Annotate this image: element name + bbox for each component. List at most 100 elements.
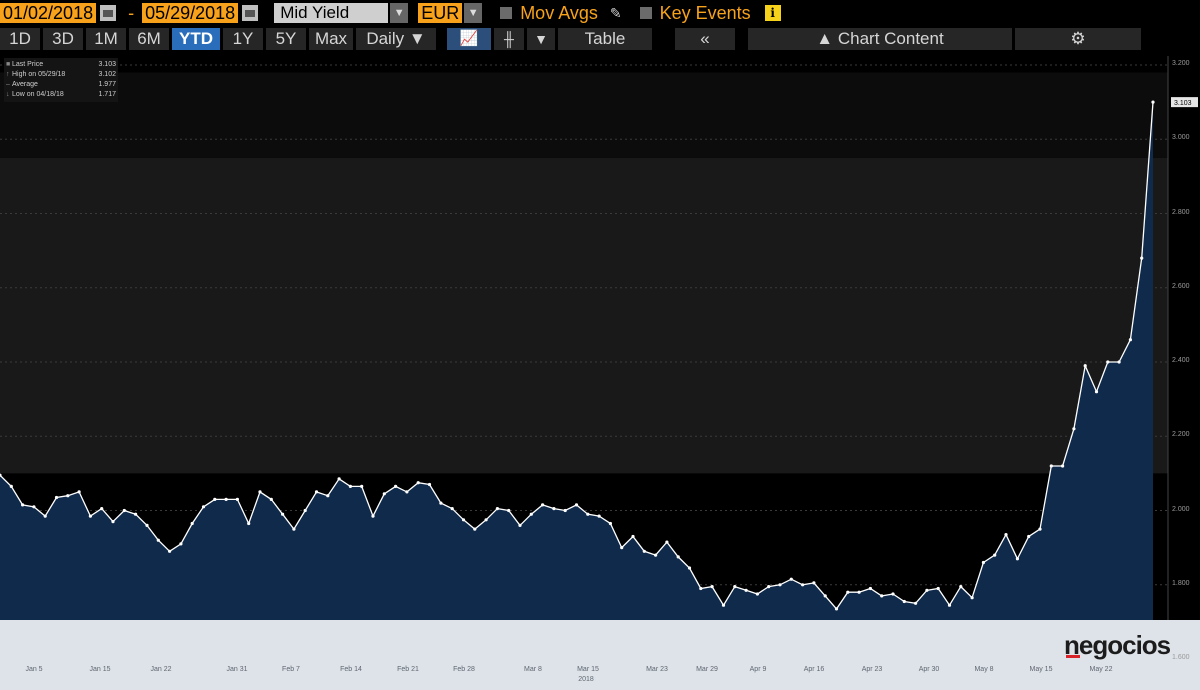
data-point bbox=[993, 553, 997, 557]
x-tick-label: Mar 29 bbox=[696, 666, 718, 673]
data-point bbox=[1151, 100, 1155, 104]
upper-band bbox=[0, 72, 1168, 158]
data-point bbox=[586, 512, 590, 516]
y-tick-label: 2.200 bbox=[1172, 431, 1190, 439]
data-point bbox=[1072, 427, 1076, 431]
legend-name: High on 05/29/18 bbox=[12, 71, 66, 78]
data-point bbox=[1015, 557, 1020, 561]
high-marker-icon: ↑ bbox=[6, 71, 10, 78]
data-point bbox=[371, 514, 375, 518]
x-tick-label: Mar 23 bbox=[646, 666, 668, 673]
data-point bbox=[258, 490, 262, 494]
data-point bbox=[834, 607, 839, 611]
data-point bbox=[1094, 390, 1099, 394]
x-tick-label: Feb 14 bbox=[340, 666, 362, 673]
data-point bbox=[970, 596, 974, 600]
x-tick-label: Apr 23 bbox=[861, 666, 883, 673]
data-point bbox=[947, 603, 952, 607]
data-point bbox=[880, 594, 884, 598]
y-axis-strip bbox=[1168, 56, 1200, 690]
last-price-marker-icon: ■ bbox=[6, 61, 11, 68]
data-point bbox=[812, 581, 816, 585]
data-point bbox=[959, 585, 963, 589]
data-point bbox=[914, 601, 918, 605]
data-point bbox=[348, 484, 352, 488]
data-point bbox=[687, 566, 692, 570]
range-band bbox=[0, 157, 1168, 474]
data-point bbox=[43, 514, 47, 518]
data-point bbox=[733, 585, 737, 589]
data-point bbox=[66, 494, 70, 498]
data-point bbox=[111, 520, 115, 524]
data-point bbox=[134, 512, 138, 516]
data-point bbox=[902, 599, 906, 604]
data-point bbox=[337, 477, 341, 481]
data-point bbox=[778, 583, 782, 587]
x-tick-label: May 15 bbox=[1029, 666, 1053, 673]
y-tick-label: 3.200 bbox=[1172, 60, 1190, 67]
data-point bbox=[665, 540, 669, 544]
data-point bbox=[857, 590, 861, 594]
x-tick-label: Jan 5 bbox=[25, 666, 43, 673]
data-point bbox=[439, 501, 443, 505]
x-tick-label: Mar 15 bbox=[577, 666, 599, 673]
data-point bbox=[721, 603, 726, 607]
data-point bbox=[608, 521, 613, 526]
x-tick-label: Feb 21 bbox=[397, 666, 419, 673]
x-axis-year-label: 2018 bbox=[578, 676, 594, 683]
x-tick-label: Jan 22 bbox=[150, 666, 172, 673]
x-tick-label: Apr 9 bbox=[749, 666, 767, 673]
data-point bbox=[552, 507, 556, 511]
data-point bbox=[1106, 360, 1110, 364]
data-point bbox=[405, 490, 409, 494]
average-marker-icon: – bbox=[6, 81, 10, 88]
data-point bbox=[450, 507, 454, 511]
data-point bbox=[518, 523, 522, 528]
data-point bbox=[846, 590, 850, 594]
last-value-text: 3.103 bbox=[1174, 100, 1192, 107]
legend-row-low: ↓ Low on 04/18/18 1.717 bbox=[6, 91, 116, 101]
x-tick-label: May 22 bbox=[1089, 666, 1113, 673]
data-point bbox=[507, 508, 511, 513]
data-point bbox=[427, 482, 432, 487]
data-point bbox=[382, 492, 386, 496]
x-tick-label: Apr 30 bbox=[918, 666, 940, 673]
y-tick-label: 2.400 bbox=[1172, 357, 1190, 364]
y-tick-label: 1.600 bbox=[1172, 654, 1190, 661]
data-point bbox=[281, 512, 285, 516]
data-point bbox=[145, 523, 149, 528]
data-point bbox=[801, 583, 805, 587]
data-point bbox=[54, 495, 59, 500]
data-point bbox=[529, 512, 533, 516]
legend-value: 1.977 bbox=[98, 81, 116, 88]
data-point bbox=[213, 497, 217, 501]
data-point bbox=[9, 484, 13, 488]
data-point bbox=[868, 586, 873, 591]
data-point bbox=[303, 508, 307, 513]
data-point bbox=[1049, 464, 1053, 468]
data-point bbox=[416, 481, 420, 485]
data-point bbox=[224, 497, 228, 501]
data-point bbox=[100, 507, 104, 511]
data-point bbox=[156, 538, 160, 542]
legend-row-last-price: ■ Last Price 3.103 bbox=[6, 61, 116, 71]
data-point bbox=[190, 521, 194, 526]
data-point bbox=[179, 542, 183, 546]
data-point bbox=[767, 585, 771, 589]
data-point bbox=[744, 588, 748, 592]
data-point bbox=[1128, 338, 1132, 342]
legend-value: 3.102 bbox=[98, 71, 116, 78]
data-point bbox=[461, 518, 466, 522]
legend-name: Last Price bbox=[12, 61, 44, 68]
data-point bbox=[699, 586, 703, 591]
x-tick-label: May 8 bbox=[974, 666, 994, 673]
y-tick-label: 1.800 bbox=[1172, 579, 1190, 587]
data-point bbox=[326, 494, 330, 498]
data-point bbox=[360, 484, 364, 488]
low-marker-icon: ↓ bbox=[6, 91, 10, 98]
data-point bbox=[1027, 534, 1031, 539]
x-tick-label: Feb 28 bbox=[453, 666, 475, 673]
y-tick-label: 2.800 bbox=[1172, 208, 1190, 216]
data-point bbox=[235, 497, 239, 501]
y-tick-label: 3.000 bbox=[1172, 134, 1190, 142]
